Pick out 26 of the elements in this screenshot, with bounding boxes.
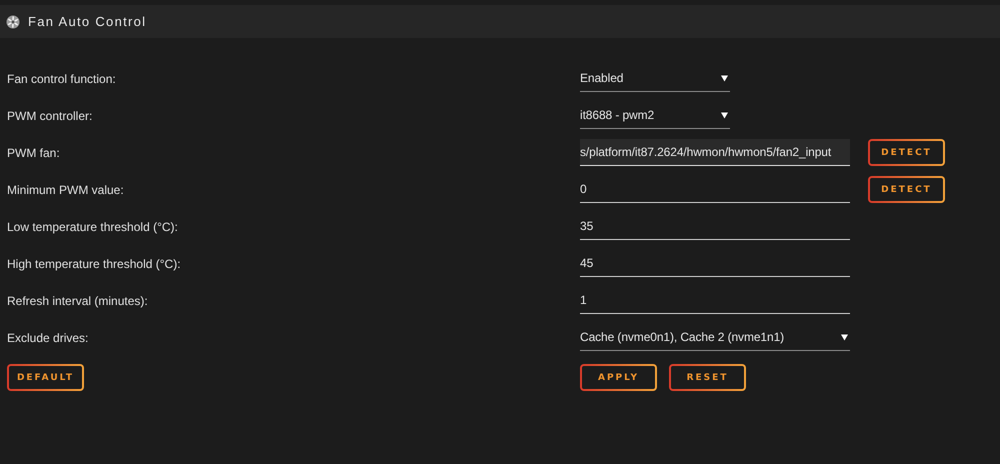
setting-label: High temperature threshold (°C): — [6, 256, 182, 270]
setting-label: Minimum PWM value: — [6, 182, 125, 196]
panel-title: Fan Auto Control — [28, 14, 146, 29]
apply-button[interactable]: APPLY — [580, 364, 657, 391]
input-field[interactable]: 1 — [580, 287, 850, 314]
fan-icon — [6, 14, 20, 28]
dropdown[interactable]: it8688 - pwm2 — [580, 102, 730, 129]
dropdown[interactable]: Enabled — [580, 65, 730, 92]
default-button[interactable]: DEFAULT — [7, 364, 84, 391]
caret-icon — [721, 112, 728, 118]
input-field[interactable]: 0 — [580, 176, 850, 203]
detect-button[interactable]: DETECT — [868, 176, 945, 203]
setting-label: PWM controller: — [6, 108, 94, 122]
setting-label: Fan control function: — [6, 72, 117, 86]
setting-label: Low temperature threshold (°C): — [6, 220, 179, 234]
setting-label: Exclude drives: — [6, 330, 90, 344]
dropdown[interactable]: Cache (nvme0n1), Cache 2 (nvme1n1) — [580, 324, 850, 351]
reset-button[interactable]: RESET — [669, 364, 746, 391]
input-field[interactable]: s/platform/it87.2624/hwmon/hwmon5/fan2_input — [580, 139, 850, 166]
caret-icon — [841, 334, 848, 340]
input-field[interactable]: 45 — [580, 250, 850, 277]
setting-label: PWM fan: — [6, 146, 61, 160]
setting-label: Refresh interval (minutes): — [6, 294, 149, 308]
caret-icon — [721, 74, 728, 82]
detect-button[interactable]: DETECT — [868, 139, 945, 166]
input-field[interactable]: 35 — [580, 213, 850, 240]
